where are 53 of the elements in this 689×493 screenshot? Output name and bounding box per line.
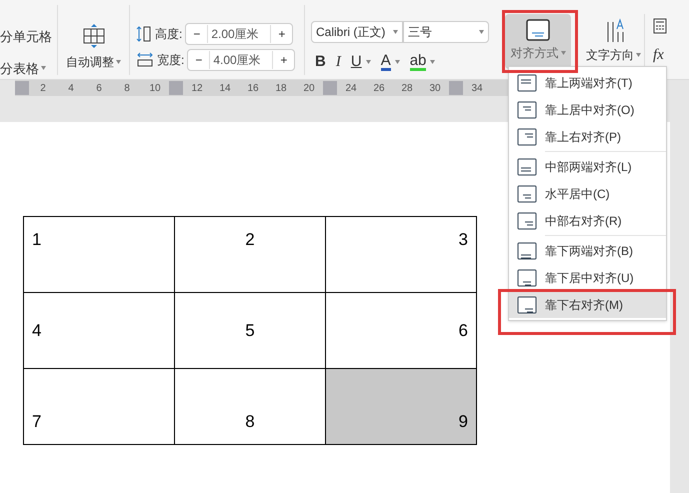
increase-button[interactable]: + (270, 25, 292, 43)
menu-item[interactable]: 靠上居中对齐(O) (509, 96, 666, 123)
menu-item[interactable]: 中部右对齐(R) (509, 207, 666, 234)
font-size-dropdown[interactable]: 三号 (403, 21, 489, 43)
ruler-number: 26 (372, 82, 386, 96)
ruler-number: 4 (67, 82, 75, 96)
menu-item[interactable]: 靠下两端对齐(B) (509, 237, 666, 264)
ruler-number: 10 (148, 82, 162, 96)
table-cell: 9 (326, 368, 476, 444)
table-cell: 2 (174, 216, 326, 292)
table-cell: 1 (24, 216, 174, 292)
width-label: 宽度: (157, 52, 184, 69)
ruler-number: 8 (123, 82, 131, 96)
ruler-number: 24 (344, 82, 358, 96)
bold-button[interactable]: B (315, 51, 326, 74)
ruler-number: 2 (39, 82, 47, 96)
split-table-button[interactable]: 分表格 (0, 58, 57, 78)
height-label: 高度: (155, 26, 182, 43)
ruler-number: 28 (400, 82, 414, 96)
height-field[interactable]: − 2.00厘米 + (185, 23, 294, 45)
ruler-number: 16 (246, 82, 260, 96)
menu-item[interactable]: 中部两端对齐(L) (509, 153, 666, 180)
decrease-button[interactable]: − (188, 51, 210, 69)
decrease-button[interactable]: − (186, 25, 208, 43)
split-cells-button[interactable]: 分单元格 (0, 27, 57, 46)
ruler-number: 34 (470, 82, 484, 96)
table-cell: 6 (326, 292, 476, 368)
table-cell: 7 (24, 368, 174, 444)
font-color-button[interactable]: A (380, 54, 400, 71)
underline-button[interactable]: U (350, 51, 371, 74)
align-button[interactable]: 对齐方式 (505, 14, 571, 69)
width-field[interactable]: − 4.00厘米 + (187, 49, 296, 71)
menu-item[interactable]: 水平居中(C) (509, 180, 666, 207)
table-cell: 8 (174, 368, 326, 444)
ruler-number: 20 (302, 82, 316, 96)
table-cell: 5 (174, 292, 326, 368)
auto-fit-button[interactable]: 自动调整 (58, 5, 130, 75)
ruler-number: 30 (428, 82, 442, 96)
formula-button[interactable]: fx (653, 44, 667, 66)
highlight-button[interactable]: ab (410, 54, 436, 71)
italic-button[interactable]: I (336, 51, 341, 74)
menu-item[interactable]: 靠下右对齐(M) (509, 291, 666, 318)
ruler-number: 14 (218, 82, 232, 96)
ruler-number: 18 (274, 82, 288, 96)
menu-item[interactable]: 靠上右对齐(P) (509, 123, 666, 150)
menu-item[interactable]: 靠上两端对齐(T) (509, 69, 666, 96)
table-cell: 4 (24, 292, 174, 368)
ruler-number: 12 (190, 82, 204, 96)
font-family-dropdown[interactable]: Calibri (正文) (311, 21, 403, 43)
table-cell: 3 (326, 216, 476, 292)
ruler-number: 6 (95, 82, 103, 96)
menu-item[interactable]: 靠下居中对齐(U) (509, 264, 666, 291)
increase-button[interactable]: + (272, 51, 294, 69)
